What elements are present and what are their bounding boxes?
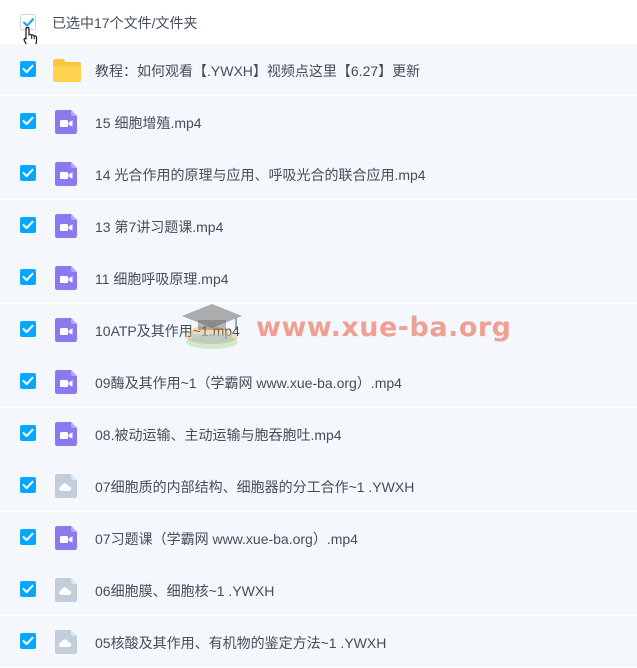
file-row[interactable]: 10ATP及其作用~1.mp4	[0, 304, 637, 355]
file-name[interactable]: 14 光合作用的原理与应用、呼吸光合的联合应用.mp4	[95, 165, 426, 185]
checkmark-icon	[22, 116, 34, 125]
cloud-file-icon	[52, 628, 80, 656]
video-file-icon	[52, 212, 80, 240]
file-row[interactable]: 07习题课（学霸网 www.xue-ba.org）.mp4	[0, 512, 637, 563]
file-name[interactable]: 05核酸及其作用、有机物的鉴定方法~1 .YWXH	[95, 633, 386, 653]
file-row[interactable]: 09酶及其作用~1（学霸网 www.xue-ba.org）.mp4	[0, 356, 637, 407]
file-name[interactable]: 11 细胞呼吸原理.mp4	[95, 269, 229, 289]
file-name[interactable]: 06细胞膜、细胞核~1 .YWXH	[95, 581, 274, 601]
checkmark-icon	[22, 480, 34, 489]
video-file-icon	[52, 316, 80, 344]
file-row[interactable]: 13 第7讲习题课.mp4	[0, 200, 637, 251]
file-name[interactable]: 08.被动运输、主动运输与胞吞胞吐.mp4	[95, 425, 342, 445]
checkmark-icon	[22, 636, 34, 645]
checkmark-icon	[22, 584, 34, 593]
file-checkbox[interactable]	[20, 61, 36, 77]
checkmark-icon	[22, 64, 34, 73]
file-name[interactable]: 07习题课（学霸网 www.xue-ba.org）.mp4	[95, 529, 358, 549]
file-checkbox[interactable]	[20, 217, 36, 233]
file-list: 教程：如何观看【.YWXH】视频点这里【6.27】更新 15 细胞增殖.mp4 14…	[0, 44, 637, 668]
cloud-file-icon	[52, 472, 80, 500]
video-file-icon	[52, 108, 80, 136]
checkmark-icon	[22, 428, 34, 437]
file-row[interactable]: 06细胞膜、细胞核~1 .YWXH	[0, 564, 637, 615]
file-checkbox[interactable]	[20, 581, 36, 597]
file-name[interactable]: 07细胞质的内部结构、细胞器的分工合作~1 .YWXH	[95, 477, 414, 497]
checkmark-icon	[22, 532, 34, 541]
file-row[interactable]: 07细胞质的内部结构、细胞器的分工合作~1 .YWXH	[0, 460, 637, 511]
file-row[interactable]: 教程：如何观看【.YWXH】视频点这里【6.27】更新	[0, 44, 637, 95]
file-row[interactable]: 08.被动运输、主动运输与胞吞胞吐.mp4	[0, 408, 637, 459]
selection-header: 已选中17个文件/文件夹	[0, 0, 637, 48]
video-file-icon	[52, 160, 80, 188]
checkmark-icon	[22, 272, 34, 281]
file-name[interactable]: 10ATP及其作用~1.mp4	[95, 321, 240, 341]
file-row[interactable]: 05核酸及其作用、有机物的鉴定方法~1 .YWXH	[0, 616, 637, 667]
file-name[interactable]: 教程：如何观看【.YWXH】视频点这里【6.27】更新	[95, 61, 420, 81]
video-file-icon	[52, 420, 80, 448]
file-name[interactable]: 09酶及其作用~1（学霸网 www.xue-ba.org）.mp4	[95, 373, 402, 393]
file-row[interactable]: 14 光合作用的原理与应用、呼吸光合的联合应用.mp4	[0, 148, 637, 199]
file-name[interactable]: 15 细胞增殖.mp4	[95, 113, 202, 133]
file-checkbox[interactable]	[20, 529, 36, 545]
file-checkbox[interactable]	[20, 113, 36, 129]
file-checkbox[interactable]	[20, 477, 36, 493]
file-checkbox[interactable]	[20, 269, 36, 285]
file-checkbox[interactable]	[20, 321, 36, 337]
video-file-icon	[52, 524, 80, 552]
file-name[interactable]: 13 第7讲习题课.mp4	[95, 217, 223, 237]
folder-icon	[52, 56, 81, 84]
file-row[interactable]: 11 细胞呼吸原理.mp4	[0, 252, 637, 303]
cloud-file-icon	[52, 576, 80, 604]
checkmark-icon	[22, 324, 34, 333]
file-checkbox[interactable]	[20, 633, 36, 649]
checkmark-icon	[22, 376, 34, 385]
file-checkbox[interactable]	[20, 425, 36, 441]
file-row[interactable]: 15 细胞增殖.mp4	[0, 96, 637, 147]
checkmark-icon	[22, 168, 34, 177]
video-file-icon	[52, 264, 80, 292]
video-file-icon	[52, 368, 80, 396]
file-checkbox[interactable]	[20, 373, 36, 389]
checkmark-icon	[22, 220, 34, 229]
selection-count-label: 已选中17个文件/文件夹	[52, 15, 198, 31]
file-checkbox[interactable]	[20, 165, 36, 181]
